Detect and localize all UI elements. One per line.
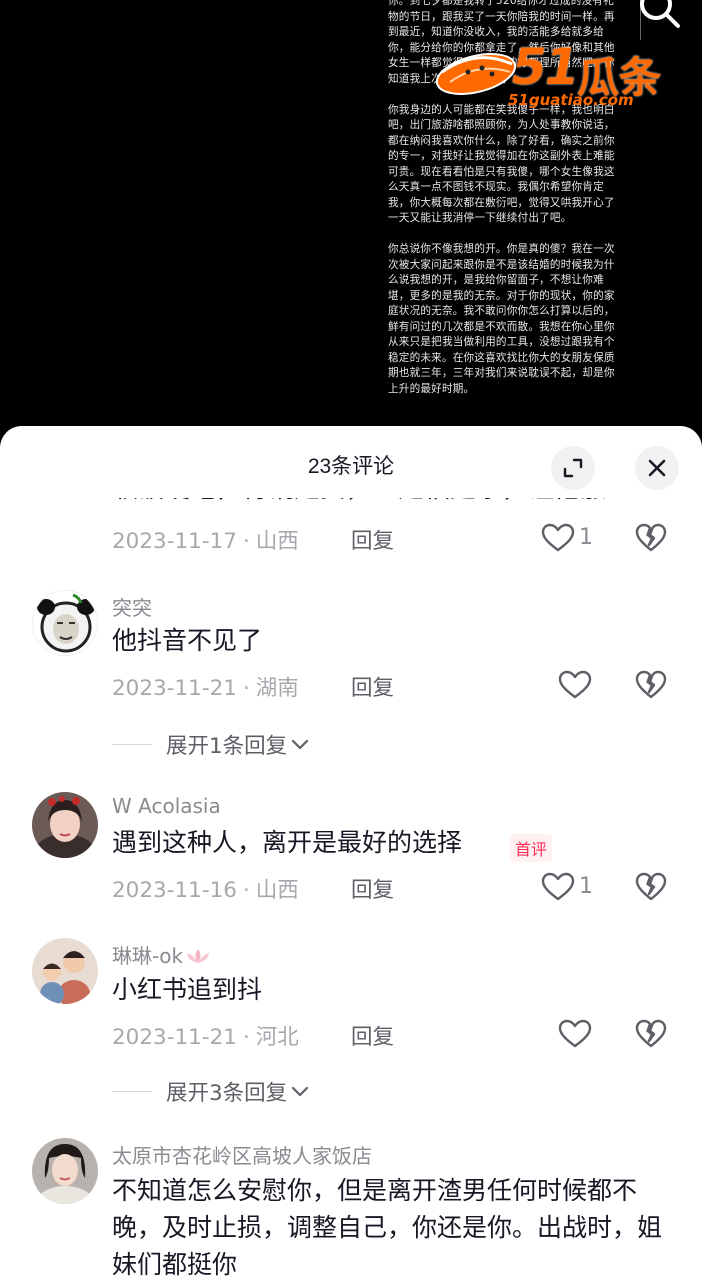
comment-author[interactable]: 突突 bbox=[112, 592, 152, 621]
comment-sheet: 软饭硬吃，背锅是女，坐是福是家，让他涨 2023-11-17·山西 回复 1 bbox=[0, 426, 702, 1280]
chevron-down-icon bbox=[292, 1086, 309, 1097]
avatar[interactable] bbox=[32, 1138, 98, 1204]
user-photo-avatar-icon bbox=[32, 792, 98, 858]
comment-meta: 2023-11-21 · 湖南 bbox=[112, 676, 299, 701]
comment-text: 他抖音不见了 bbox=[112, 626, 263, 655]
heart-icon[interactable] bbox=[541, 523, 575, 553]
comment-region: 山西 bbox=[255, 529, 299, 554]
expand-sheet-button[interactable] bbox=[551, 446, 595, 490]
broken-heart-icon[interactable] bbox=[635, 1019, 667, 1049]
expand-replies-button[interactable]: 展开3条回复 bbox=[112, 1076, 311, 1106]
chevron-down-icon bbox=[292, 739, 309, 750]
comment-author[interactable]: 琳琳-ok bbox=[112, 940, 211, 969]
expand-divider bbox=[112, 1090, 152, 1092]
broken-heart-icon[interactable] bbox=[635, 523, 667, 553]
comment-list[interactable]: 软饭硬吃，背锅是女，坐是福是家，让他涨 2023-11-17·山西 回复 1 bbox=[0, 426, 702, 1280]
video-area[interactable]: 你。到七夕都是我转了520给你才过成的没有礼物的节日，跟我买了一天你陪我的时间一… bbox=[0, 0, 702, 440]
expand-divider bbox=[112, 743, 152, 745]
heart-icon[interactable] bbox=[558, 1019, 592, 1049]
watermark-url: 51guatiao.com bbox=[508, 91, 634, 109]
comment-author[interactable]: 太原市杏花岭区高坡人家饭店 bbox=[112, 1140, 372, 1169]
close-icon bbox=[648, 459, 666, 477]
reply-button[interactable]: 回复 bbox=[351, 1020, 394, 1051]
comment-count-title: 23条评论 bbox=[307, 455, 395, 478]
broken-heart-icon[interactable] bbox=[635, 872, 667, 902]
heart-icon[interactable] bbox=[541, 872, 575, 902]
reply-button[interactable]: 回复 bbox=[351, 671, 394, 702]
search-icon[interactable] bbox=[634, 0, 682, 34]
comment-region: 河北 bbox=[255, 1025, 299, 1050]
comment-text: 小红书追到抖 bbox=[112, 975, 263, 1004]
avatar[interactable] bbox=[32, 792, 98, 858]
comment-text: 遇到这种人，离开是最好的选择 bbox=[112, 828, 463, 857]
comment-author-name: 琳琳-ok bbox=[112, 944, 184, 968]
comment-text: 不知道怎么安慰你，但是离开渣男任何时候都不晚，及时止损，调整自己，你还是你。出战… bbox=[112, 1176, 663, 1279]
heart-icon[interactable] bbox=[558, 670, 592, 700]
post-paragraph: 你总说你不像我想的开。你是真的傻？我在一次次被大家问起来跟你是不是该结婚的时候我… bbox=[388, 243, 615, 395]
watermark-number: 51 bbox=[512, 38, 580, 96]
expand-replies-label: 展开1条回复 bbox=[166, 733, 288, 759]
comment-sheet-header: 23条评论 bbox=[0, 426, 702, 498]
comment-region: 山西 bbox=[255, 878, 299, 903]
panda-meme-avatar-icon bbox=[33, 591, 97, 655]
comment-date: 2023-11-16 bbox=[112, 878, 237, 903]
comment-meta: 2023-11-21 · 河北 bbox=[112, 1025, 299, 1050]
comment-date: 2023-11-17 bbox=[112, 529, 237, 554]
close-button[interactable] bbox=[635, 446, 679, 490]
broken-heart-icon[interactable] bbox=[635, 670, 667, 700]
first-comment-badge: 首评 bbox=[510, 834, 553, 862]
lotus-icon bbox=[187, 949, 210, 963]
expand-replies-label: 展开3条回复 bbox=[166, 1080, 288, 1106]
avatar[interactable] bbox=[32, 590, 98, 656]
comment-date: 2023-11-21 bbox=[112, 676, 237, 701]
expand-replies-button[interactable]: 展开1条回复 bbox=[112, 729, 311, 759]
comment-meta: 2023-11-17 · 山西 bbox=[112, 529, 299, 554]
comment-meta: 2023-11-16 · 山西 bbox=[112, 878, 299, 903]
comment-date: 2023-11-21 bbox=[112, 1025, 237, 1050]
family-photo-avatar-icon bbox=[32, 938, 98, 1004]
like-count: 1 bbox=[579, 525, 593, 550]
reply-button[interactable]: 回复 bbox=[351, 873, 394, 904]
expand-icon bbox=[563, 458, 583, 478]
watermark-melon-icon bbox=[435, 53, 517, 95]
watermark-logo: 51 瓜条 51guatiao.com bbox=[432, 36, 682, 110]
like-count: 1 bbox=[579, 874, 593, 899]
avatar[interactable] bbox=[32, 938, 98, 1004]
user-photo-avatar-icon bbox=[32, 1138, 98, 1204]
reply-button[interactable]: 回复 bbox=[351, 524, 394, 555]
post-paragraph: 你我身边的人可能都在笑我傻子一样，我也明白吧，出门旅游啥都照顾你，为人处事教你说… bbox=[388, 103, 615, 225]
comment-author[interactable]: W Acolasia bbox=[112, 794, 221, 818]
comment-region: 湖南 bbox=[255, 676, 299, 701]
